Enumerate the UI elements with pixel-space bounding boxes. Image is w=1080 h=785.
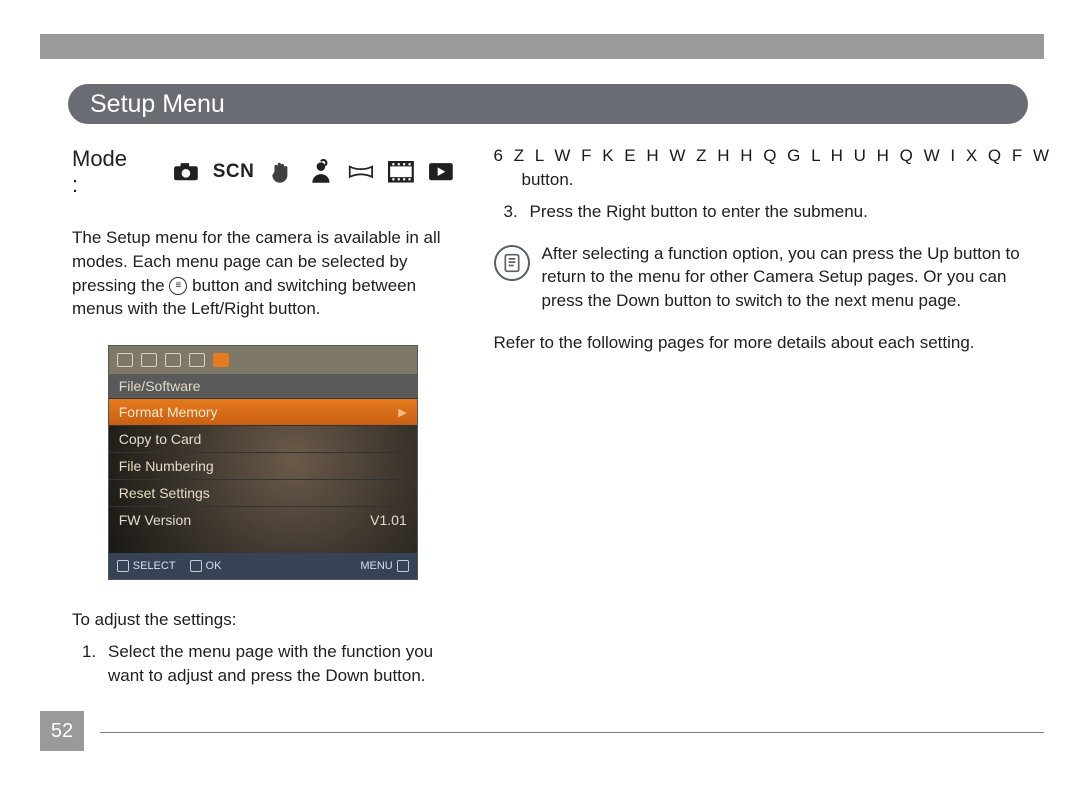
header-bar <box>40 34 1044 59</box>
mode-row: Mode : SCN <box>72 146 454 198</box>
step-1-text: Select the menu page with the function y… <box>108 640 454 688</box>
lcd-bottom-bar: SELECT OK MENU <box>109 553 417 579</box>
lcd-screenshot: File/Software Format Memory▶ Copy to Car… <box>108 345 418 580</box>
intro-paragraph: The Setup menu for the camera is availab… <box>72 226 454 321</box>
step-1-number: 1. <box>82 640 98 688</box>
lcd-row-fw-version: FW VersionV1.01 <box>109 506 417 533</box>
right-column: 6 Z L W F K E H W Z H H Q G L H U H Q W … <box>494 146 1052 696</box>
to-adjust-heading: To adjust the settings: <box>72 610 454 630</box>
note-block: After selecting a function option, you c… <box>494 242 1052 313</box>
lcd-section-header: File/Software <box>109 374 417 398</box>
note-icon <box>494 245 530 281</box>
panorama-icon <box>348 161 374 183</box>
footer-rule <box>100 732 1044 733</box>
lcd-row-file-numbering: File Numbering <box>109 452 417 479</box>
camera-icon <box>173 161 199 183</box>
section-tab: Setup Menu <box>68 84 1028 124</box>
refer-text: Refer to the following pages for more de… <box>494 331 1052 355</box>
page-number: 52 <box>40 711 84 751</box>
mode-label: Mode : <box>72 146 139 198</box>
lcd-row-reset-settings: Reset Settings <box>109 479 417 506</box>
playback-icon <box>428 161 454 183</box>
lcd-tab-bar <box>109 346 417 374</box>
step-3: 3. Press the Right button to enter the s… <box>494 200 1052 224</box>
garbled-line: 6 Z L W F K E H W Z H H Q G L H U H Q W … <box>494 146 1052 166</box>
step-3-number: 3. <box>504 200 520 224</box>
step-1: 1. Select the menu page with the functio… <box>72 640 454 688</box>
hand-icon <box>268 161 294 183</box>
lcd-row-copy-to-card: Copy to Card <box>109 425 417 452</box>
step-2-tail: button. <box>494 168 1052 192</box>
scn-mode-label: SCN <box>213 161 255 183</box>
menu-button-icon: ≡ <box>169 277 187 295</box>
left-column: Mode : SCN The Setup menu for the camer <box>72 146 454 696</box>
content-columns: Mode : SCN The Setup menu for the camer <box>72 146 1052 696</box>
portrait-icon <box>308 161 334 183</box>
lcd-row-format-memory: Format Memory▶ <box>109 398 417 425</box>
movie-icon <box>388 161 414 183</box>
section-title: Setup Menu <box>90 90 225 119</box>
note-text: After selecting a function option, you c… <box>542 242 1052 313</box>
step-3-text: Press the Right button to enter the subm… <box>530 200 868 224</box>
